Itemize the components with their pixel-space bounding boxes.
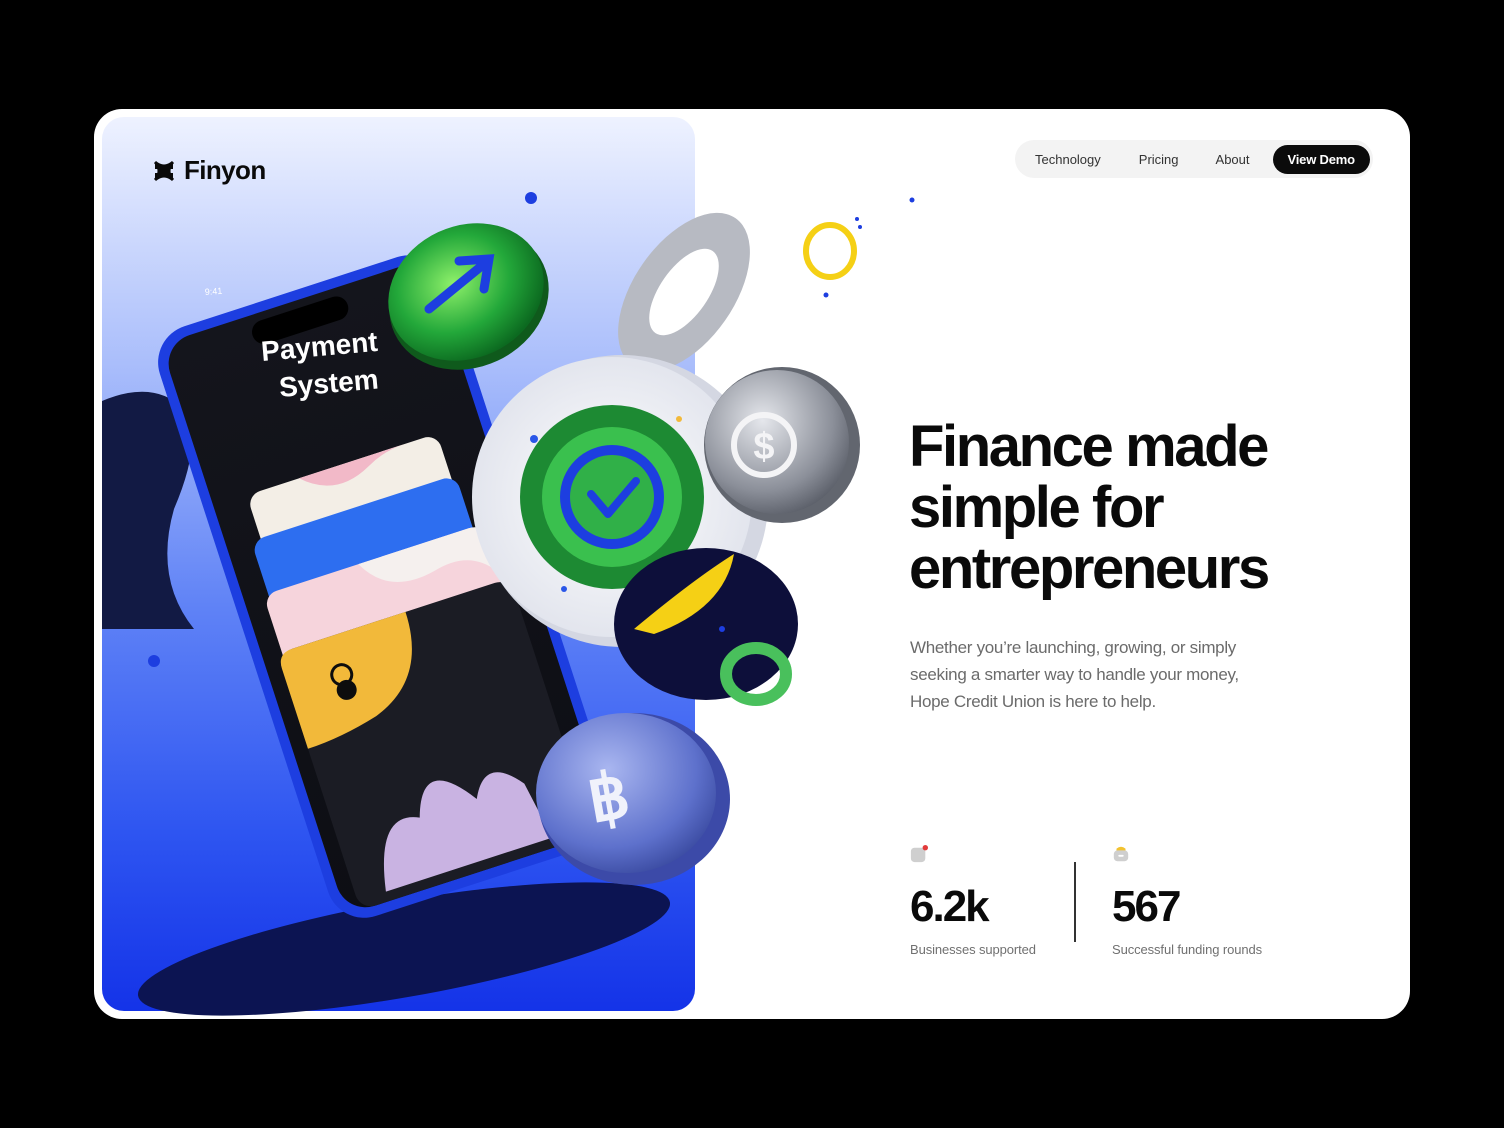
nav-about[interactable]: About [1216,152,1250,167]
hero-panel: Finyon [102,117,695,1011]
dot [719,626,725,632]
stat-funding: 567 Successful funding rounds [1112,845,1262,957]
app-badge-icon [910,845,928,863]
stat-divider [1074,862,1076,942]
svg-text:$: $ [753,426,774,468]
view-demo-button[interactable]: View Demo [1272,144,1370,174]
stat-label: Successful funding rounds [1112,942,1262,957]
green-torus [720,642,792,706]
hero-subtext: Whether you’re launching, growing, or si… [910,638,1239,711]
dollar-coin: $ [704,367,860,523]
dot [823,292,829,298]
dot [909,197,915,203]
stat-value: 6.2k [910,882,990,931]
yellow-ring [803,222,857,280]
hero-headline: Finance made simple for entrepreneurs [909,414,1270,601]
stat-value: 567 [1112,882,1181,931]
landing-card: Finyon 9:41 Payment System $ ฿ Technolog… [94,109,1410,1019]
top-nav: Technology Pricing About View Demo [1015,140,1373,178]
nav-technology[interactable]: Technology [1035,152,1101,167]
dot [858,225,862,229]
brand-logo[interactable]: Finyon [152,155,266,186]
nav-pricing[interactable]: Pricing [1139,152,1179,167]
stat-label: Businesses supported [910,942,1036,957]
x-cross-icon [154,160,174,181]
wallet-icon [1113,846,1129,862]
dot [855,217,859,221]
brand-name: Finyon [184,155,266,185]
stat-businesses: 6.2k Businesses supported [910,845,1036,957]
